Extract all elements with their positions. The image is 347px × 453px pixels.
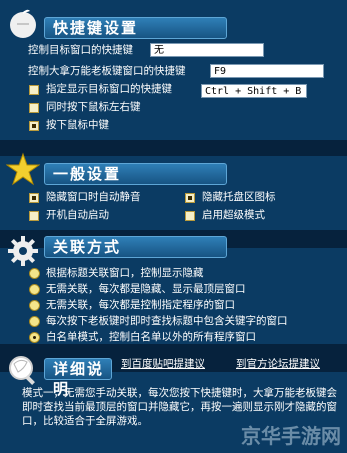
association-section-title: 关联方式 [44, 236, 227, 258]
magnifier-icon [9, 356, 35, 385]
assoc-option-4-radio[interactable] [29, 316, 40, 327]
show-target-label: 指定显示目标窗口的快捷键 [46, 83, 172, 95]
mute-checkbox[interactable] [29, 193, 39, 203]
tray-checkbox[interactable] [185, 193, 195, 203]
assoc-option-2-radio[interactable] [29, 284, 40, 295]
show-target-checkbox[interactable] [29, 85, 39, 95]
shortcut-section-title: 快捷键设置 [44, 17, 227, 39]
assoc-option-3-radio[interactable] [29, 300, 40, 311]
assoc-option-1-radio[interactable] [29, 268, 40, 279]
autostart-checkbox[interactable] [29, 211, 39, 221]
baidu-suggest-link[interactable]: 到百度贴吧提建议 [121, 356, 205, 371]
general-section-title: 一般设置 [44, 163, 227, 185]
forum-suggest-link[interactable]: 到官方论坛提建议 [236, 356, 320, 371]
assoc-option-4-label: 每次按下老板键时即时查找标题中包含关键字的窗口 [46, 315, 288, 327]
apple-icon [10, 9, 36, 38]
autostart-label: 开机自动启动 [46, 209, 109, 221]
boss-key-input[interactable]: F9 [210, 64, 324, 78]
right-click-label: 同时按下鼠标左右键 [46, 101, 141, 113]
show-target-input[interactable]: Ctrl + Shift + B [201, 84, 307, 98]
assoc-option-5-radio[interactable] [29, 332, 40, 343]
middle-click-label: 按下鼠标中键 [46, 119, 109, 131]
details-section-title: 详细说明 [44, 358, 112, 398]
middle-click-checkbox[interactable] [29, 121, 39, 131]
right-click-checkbox[interactable] [29, 103, 39, 113]
assoc-option-5-label: 白名单模式，控制白名单以外的所有程序窗口 [46, 331, 256, 343]
mute-label: 隐藏窗口时自动静音 [46, 191, 141, 203]
boss-key-label: 控制大拿万能老板键窗口的快捷键 [28, 65, 186, 77]
gear-icon [8, 236, 38, 266]
target-window-input[interactable]: 无 [150, 43, 264, 57]
target-window-label: 控制目标窗口的快捷键 [28, 44, 133, 56]
super-mode-checkbox[interactable] [185, 211, 195, 221]
assoc-option-1-label: 根据标题关联窗口，控制显示隐藏 [46, 267, 204, 279]
tray-label: 隐藏托盘区图标 [202, 191, 276, 203]
star-icon [6, 152, 40, 186]
assoc-option-3-label: 无需关联，每次都是控制指定程序的窗口 [46, 299, 235, 311]
assoc-option-2-label: 无需关联，每次都是隐藏、显示最顶层窗口 [46, 283, 246, 295]
watermark-text: 京华手游网 [241, 424, 341, 448]
super-mode-label: 启用超级模式 [202, 209, 265, 221]
